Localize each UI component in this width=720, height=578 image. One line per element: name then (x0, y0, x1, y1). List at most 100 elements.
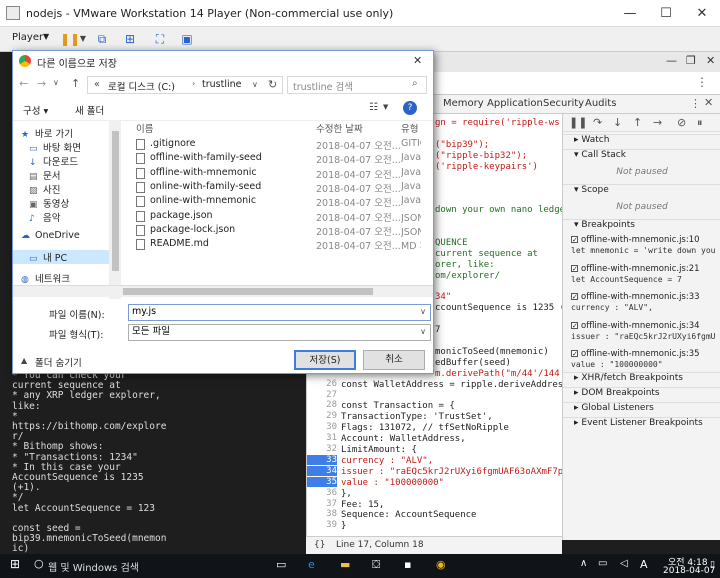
refresh-icon[interactable]: ↻ (268, 78, 277, 91)
filetype-select[interactable]: 모든 파일 ∨ (128, 324, 431, 341)
file-list-hscrollbar[interactable] (13, 285, 433, 297)
xhr-breakpoints-section[interactable]: ▸ XHR/fetch Breakpoints (563, 372, 720, 383)
scope-section[interactable]: ▾ Scope (563, 184, 720, 195)
file-row[interactable]: online-with-family-seed 2018-04-07 오전... J… (126, 181, 421, 195)
taskbar-search-text[interactable]: 웹 및 Windows 검색 (48, 559, 139, 574)
line-number[interactable]: 36 (307, 488, 337, 498)
tree-item-videos[interactable]: ▣ 동영상 (29, 196, 69, 210)
line-number[interactable]: 31 (307, 433, 337, 443)
chrome-taskbar-icon[interactable]: ◉ (436, 558, 446, 571)
breakpoint-item[interactable]: ✓ offline-with-mnemonic.js:35 (571, 349, 720, 359)
network-icon[interactable]: ▭ (598, 558, 607, 569)
full-screen-icon[interactable]: ⛶ (153, 32, 167, 46)
event-listener-breakpoints-section[interactable]: ▸ Event Listener Breakpoints (563, 417, 720, 428)
view-chevron-icon[interactable]: ▼ (383, 103, 388, 111)
cancel-button[interactable]: 취소 (363, 350, 425, 370)
browser-menu-icon[interactable]: ⋮ (696, 75, 708, 89)
ime-indicator[interactable]: A (640, 558, 648, 571)
step-icon[interactable]: → (653, 116, 662, 129)
col-date-header[interactable]: 수정한 날짜 (316, 121, 363, 135)
breadcrumb-drive[interactable]: 로컬 디스크 (C:) (108, 79, 175, 93)
filetype-dropdown-icon[interactable]: ∨ (420, 325, 426, 339)
breakpoint-checkbox[interactable]: ✓ (571, 236, 578, 244)
help-icon[interactable]: ? (403, 101, 417, 115)
breadcrumb-folder[interactable]: trustline (202, 79, 241, 90)
line-number[interactable]: 27 (307, 390, 337, 400)
clock-date[interactable]: 2018-04-07 (663, 566, 715, 576)
file-explorer-icon[interactable]: ▬ (340, 558, 350, 571)
tree-item-music[interactable]: ♪ 음악 (29, 210, 60, 224)
dialog-close-icon[interactable]: ✕ (413, 54, 422, 67)
breakpoint-checkbox[interactable]: ✓ (571, 264, 578, 272)
hide-folders-chevron-icon[interactable]: ▲ (21, 356, 27, 365)
minimize-button[interactable]: — (612, 0, 648, 27)
tree-item-downloads[interactable]: ↓ 다운로드 (29, 154, 78, 168)
step-out-icon[interactable]: ↑ (633, 116, 642, 129)
recent-chevron-icon[interactable]: ∨ (53, 78, 59, 87)
back-icon[interactable]: ← (19, 77, 28, 90)
file-row[interactable]: .gitignore 2018-04-07 오전...GITIGNORE (126, 138, 421, 152)
filename-input[interactable]: my.js ∨ (128, 304, 431, 321)
tab-audits[interactable]: Audits (585, 98, 616, 109)
forward-icon[interactable]: → (37, 77, 46, 90)
tree-scrollbar[interactable] (110, 121, 121, 299)
task-view-icon[interactable]: ▭ (276, 558, 286, 571)
volume-icon[interactable]: ◁ (620, 558, 628, 569)
tray-expand-icon[interactable]: ∧ (580, 558, 587, 569)
breakpoint-checkbox[interactable]: ✓ (571, 321, 578, 329)
terminal-console[interactable]: * You can check your current sequence at … (0, 368, 306, 554)
line-number[interactable]: 35 (307, 476, 337, 487)
col-type-header[interactable]: 유형 (401, 121, 418, 135)
player-menu[interactable]: Player (12, 32, 43, 43)
step-into-icon[interactable]: ↓ (613, 116, 622, 129)
file-row[interactable]: README.md 2018-04-07 오전...MD 파일 (126, 238, 421, 252)
close-button[interactable]: ✕ (684, 0, 720, 27)
send-ctrl-alt-del-icon[interactable]: ⧉ (95, 32, 109, 46)
file-row[interactable]: package-lock.json 2018-04-07 오전...JSON 파일 (126, 224, 421, 238)
tree-item-documents[interactable]: ▤ 문서 (29, 168, 60, 182)
notification-icon[interactable]: ▯ (710, 560, 715, 570)
organize-button[interactable]: 구성 ▾ (23, 103, 48, 117)
line-number[interactable]: 29 (307, 411, 337, 421)
breakpoint-item[interactable]: ✓ offline-with-mnemonic.js:34 (571, 321, 720, 331)
cmd-icon[interactable]: ▪ (404, 558, 411, 571)
browser-close-icon[interactable]: ✕ (706, 54, 715, 67)
filename-dropdown-icon[interactable]: ∨ (420, 305, 426, 319)
tree-item-quick-access[interactable]: ★ 바로 가기 (21, 126, 73, 140)
tree-item-onedrive[interactable]: ☁ OneDrive (21, 230, 80, 241)
address-breadcrumb[interactable]: « 로컬 디스크 (C:) › trustline ∨ ↻ (87, 76, 283, 94)
search-box[interactable]: trustline 검색 ⌕ (287, 76, 427, 94)
breadcrumb-dropdown-icon[interactable]: ∨ (252, 80, 258, 89)
breakpoints-section[interactable]: ▾ Breakpoints (563, 219, 720, 230)
tree-item-network[interactable]: ◍ 네트워크 (21, 271, 70, 285)
line-number[interactable]: 33 (307, 454, 337, 465)
new-folder-button[interactable]: 새 폴더 (75, 103, 104, 117)
breakpoint-item[interactable]: ✓ offline-with-mnemonic.js:10 (571, 235, 720, 245)
line-number[interactable]: 30 (307, 422, 337, 432)
unity-icon[interactable]: ▣ (180, 32, 194, 46)
step-over-icon[interactable]: ↷ (593, 116, 602, 129)
hscroll-thumb[interactable] (123, 288, 373, 295)
global-listeners-section[interactable]: ▸ Global Listeners (563, 402, 720, 413)
col-name-header[interactable]: 이름 (136, 121, 153, 135)
hide-folders-button[interactable]: 폴더 숨기기 (35, 355, 82, 369)
dom-breakpoints-section[interactable]: ▸ DOM Breakpoints (563, 387, 720, 398)
line-number[interactable]: 34 (307, 465, 337, 476)
view-options-icon[interactable]: ☷ (369, 102, 378, 113)
file-row[interactable]: offline-with-family-seed 2018-04-07 오전...… (126, 152, 421, 166)
edge-icon[interactable]: e (308, 558, 315, 571)
tree-item-this-pc[interactable]: ▭ 내 PC (13, 250, 109, 264)
breakpoint-checkbox[interactable]: ✓ (571, 293, 578, 301)
browser-minimize-icon[interactable]: — (666, 54, 677, 67)
tab-memory[interactable]: Memory (443, 98, 484, 109)
line-number[interactable]: 32 (307, 444, 337, 454)
up-icon[interactable]: ↑ (71, 77, 80, 90)
file-row[interactable]: online-with-mnemonic 2018-04-07 오전... Java… (126, 195, 421, 209)
line-number[interactable]: 39 (307, 520, 337, 530)
tab-security[interactable]: Security (543, 98, 584, 109)
tree-item-pictures[interactable]: ▨ 사진 (29, 182, 60, 196)
save-button[interactable]: 저장(S) (294, 350, 356, 370)
file-row[interactable]: offline-with-mnemonic 2018-04-07 오전... Jav… (126, 167, 421, 181)
call-stack-section[interactable]: ▾ Call Stack (563, 149, 720, 160)
breakpoint-item[interactable]: ✓ offline-with-mnemonic.js:21 (571, 264, 720, 274)
